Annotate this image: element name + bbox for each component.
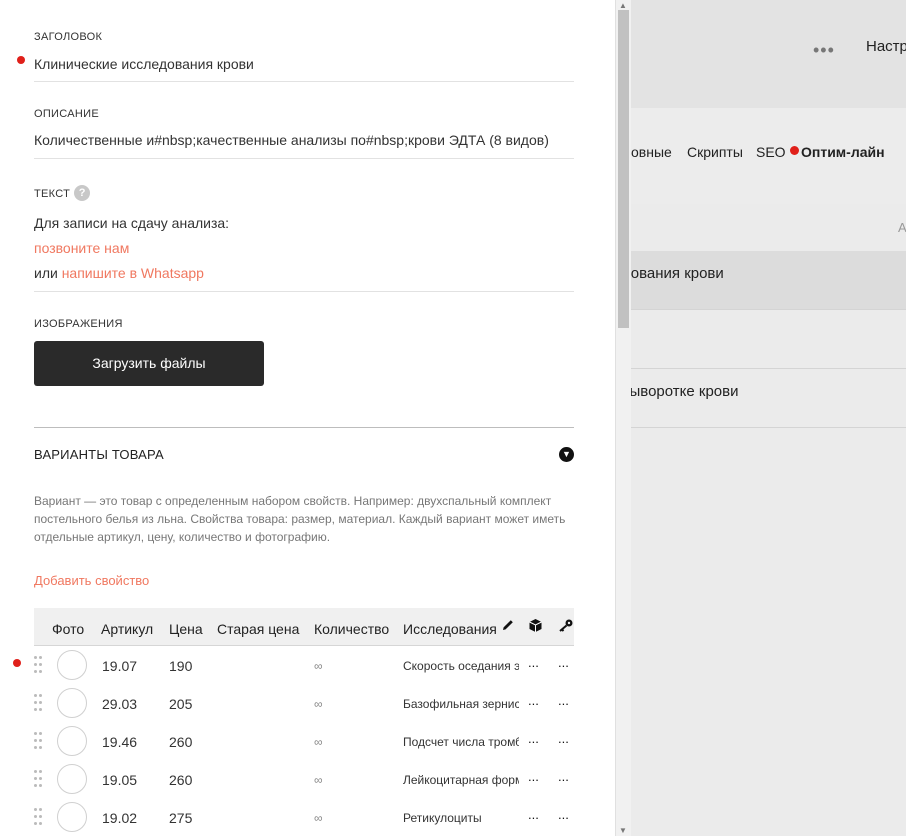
description-input[interactable]: Количественные и#nbsp;качественные анали… (34, 132, 574, 148)
description-label: ОПИСАНИЕ (34, 108, 99, 120)
cell-price[interactable]: 260 (169, 734, 192, 750)
cell-quantity[interactable]: ∞ (314, 659, 323, 673)
call-us-link[interactable]: позвоните нам (34, 240, 129, 256)
cell-quantity[interactable]: ∞ (314, 735, 323, 749)
table-row[interactable]: 19.02 275 ∞ Ретикулоциты ... ... (34, 798, 574, 836)
cell-price[interactable]: 205 (169, 696, 192, 712)
cell-research[interactable]: Базофильная зернистость эритроцитов (403, 697, 519, 711)
list-item-label: сыворотке крови (631, 383, 739, 400)
variants-table-header: Фото Артикул Цена Старая цена Количество… (34, 608, 574, 646)
cell-sku[interactable]: 29.03 (102, 696, 137, 712)
add-property-link[interactable]: Добавить свойство (34, 573, 149, 588)
list-item-label: дования крови (631, 265, 724, 282)
divider (34, 81, 574, 82)
whatsapp-link[interactable]: напишите в Whatsapp (62, 265, 204, 281)
more-options-icon[interactable]: ••• (813, 40, 835, 61)
section-divider (34, 427, 574, 428)
cell-more[interactable]: ... (558, 693, 569, 708)
variant-photo[interactable] (57, 802, 87, 832)
settings-link[interactable]: Настр (866, 38, 906, 55)
variant-photo[interactable] (57, 726, 87, 756)
list-item[interactable]: сыворотке крови (631, 369, 906, 428)
key-icon[interactable] (558, 618, 574, 636)
column-header-sku[interactable]: Артикул (101, 621, 153, 637)
tab-indicator-dot (790, 146, 799, 155)
pencil-icon[interactable] (501, 618, 515, 635)
chevron-down-icon[interactable]: ▼ (559, 447, 574, 462)
list-item[interactable]: я (631, 310, 906, 369)
scroll-down-arrow-icon[interactable]: ▼ (619, 826, 627, 835)
text-line: или (34, 265, 62, 281)
cell-quantity[interactable]: ∞ (314, 811, 323, 825)
cell-research[interactable]: Лейкоцитарная формула (403, 773, 519, 787)
cell-more[interactable]: ... (558, 731, 569, 746)
column-header-old-price[interactable]: Старая цена (217, 621, 299, 637)
tab-main[interactable]: овные (631, 144, 672, 160)
title-field: ЗАГОЛОВОК (34, 31, 574, 43)
text-editor[interactable]: Для записи на сдачу анализа: позвоните н… (34, 215, 574, 281)
cell-more[interactable]: ... (558, 807, 569, 822)
drag-handle-icon[interactable] (34, 732, 42, 750)
table-row[interactable]: 19.07 190 ∞ Скорость оседания эритроцито… (34, 646, 574, 684)
cell-more[interactable]: ... (528, 807, 539, 822)
tab-scripts[interactable]: Скрипты (687, 144, 743, 160)
cell-sku[interactable]: 19.46 (102, 734, 137, 750)
cell-quantity[interactable]: ∞ (314, 697, 323, 711)
column-header-label: А (898, 220, 906, 235)
scroll-up-arrow-icon[interactable]: ▲ (619, 1, 627, 10)
column-header-price[interactable]: Цена (169, 621, 203, 637)
title-label: ЗАГОЛОВОК (34, 31, 103, 43)
divider (34, 291, 574, 292)
drag-handle-icon[interactable] (34, 808, 42, 826)
cell-price[interactable]: 275 (169, 810, 192, 826)
table-row[interactable]: 29.03 205 ∞ Базофильная зернистость эрит… (34, 684, 574, 722)
upload-files-button[interactable]: Загрузить файлы (34, 341, 264, 386)
cell-more[interactable]: ... (528, 731, 539, 746)
column-header-research[interactable]: Исследования (403, 621, 497, 637)
table-row[interactable]: 19.05 260 ∞ Лейкоцитарная формула ... ..… (34, 760, 574, 798)
cell-more[interactable]: ... (528, 769, 539, 784)
cell-research[interactable]: Скорость оседания эритроцитов (403, 659, 519, 673)
required-indicator-dot (17, 56, 25, 64)
cell-research[interactable]: Подсчет числа тромбоцитов (403, 735, 519, 749)
cell-sku[interactable]: 19.07 (102, 658, 137, 674)
variants-section-title: ВАРИАНТЫ ТОВАРА (34, 447, 164, 462)
cell-quantity[interactable]: ∞ (314, 773, 323, 787)
text-label: ТЕКСТ (34, 188, 71, 200)
text-line: Для записи на сдачу анализа: (34, 215, 230, 231)
panel-scrollbar[interactable]: ▲ ▼ (615, 0, 631, 836)
variant-photo[interactable] (57, 650, 87, 680)
cell-more[interactable]: ... (528, 655, 539, 670)
table-row[interactable]: 19.46 260 ∞ Подсчет числа тромбоцитов ..… (34, 722, 574, 760)
drag-handle-icon[interactable] (34, 656, 42, 674)
required-indicator-dot (13, 659, 21, 667)
cell-more[interactable]: ... (558, 769, 569, 784)
background-topbar (631, 0, 906, 108)
variant-photo[interactable] (57, 688, 87, 718)
scroll-thumb[interactable] (618, 10, 629, 328)
cell-sku[interactable]: 19.02 (102, 810, 137, 826)
column-header-quantity[interactable]: Количество (314, 621, 389, 637)
tab-optim-line[interactable]: Оптим-лайн (801, 144, 885, 160)
help-icon[interactable]: ? (74, 184, 91, 201)
title-input[interactable]: Клинические исследования крови (34, 56, 574, 72)
cell-more[interactable]: ... (558, 655, 569, 670)
images-label: ИЗОБРАЖЕНИЯ (34, 318, 123, 330)
cell-sku[interactable]: 19.05 (102, 772, 137, 788)
tab-seo[interactable]: SEO (756, 144, 786, 160)
column-header-photo[interactable]: Фото (52, 621, 84, 637)
drag-handle-icon[interactable] (34, 770, 42, 788)
cell-research[interactable]: Ретикулоциты (403, 811, 519, 825)
variant-photo[interactable] (57, 764, 87, 794)
box-icon[interactable] (528, 618, 543, 636)
list-item[interactable]: дования крови (631, 251, 906, 310)
variants-description: Вариант — это товар с определенным набор… (34, 494, 566, 544)
cell-more[interactable]: ... (528, 693, 539, 708)
drag-handle-icon[interactable] (34, 694, 42, 712)
product-edit-panel: ЗАГОЛОВОК Клинические исследования крови… (0, 0, 615, 836)
cell-price[interactable]: 260 (169, 772, 192, 788)
cell-price[interactable]: 190 (169, 658, 192, 674)
divider (34, 158, 574, 159)
